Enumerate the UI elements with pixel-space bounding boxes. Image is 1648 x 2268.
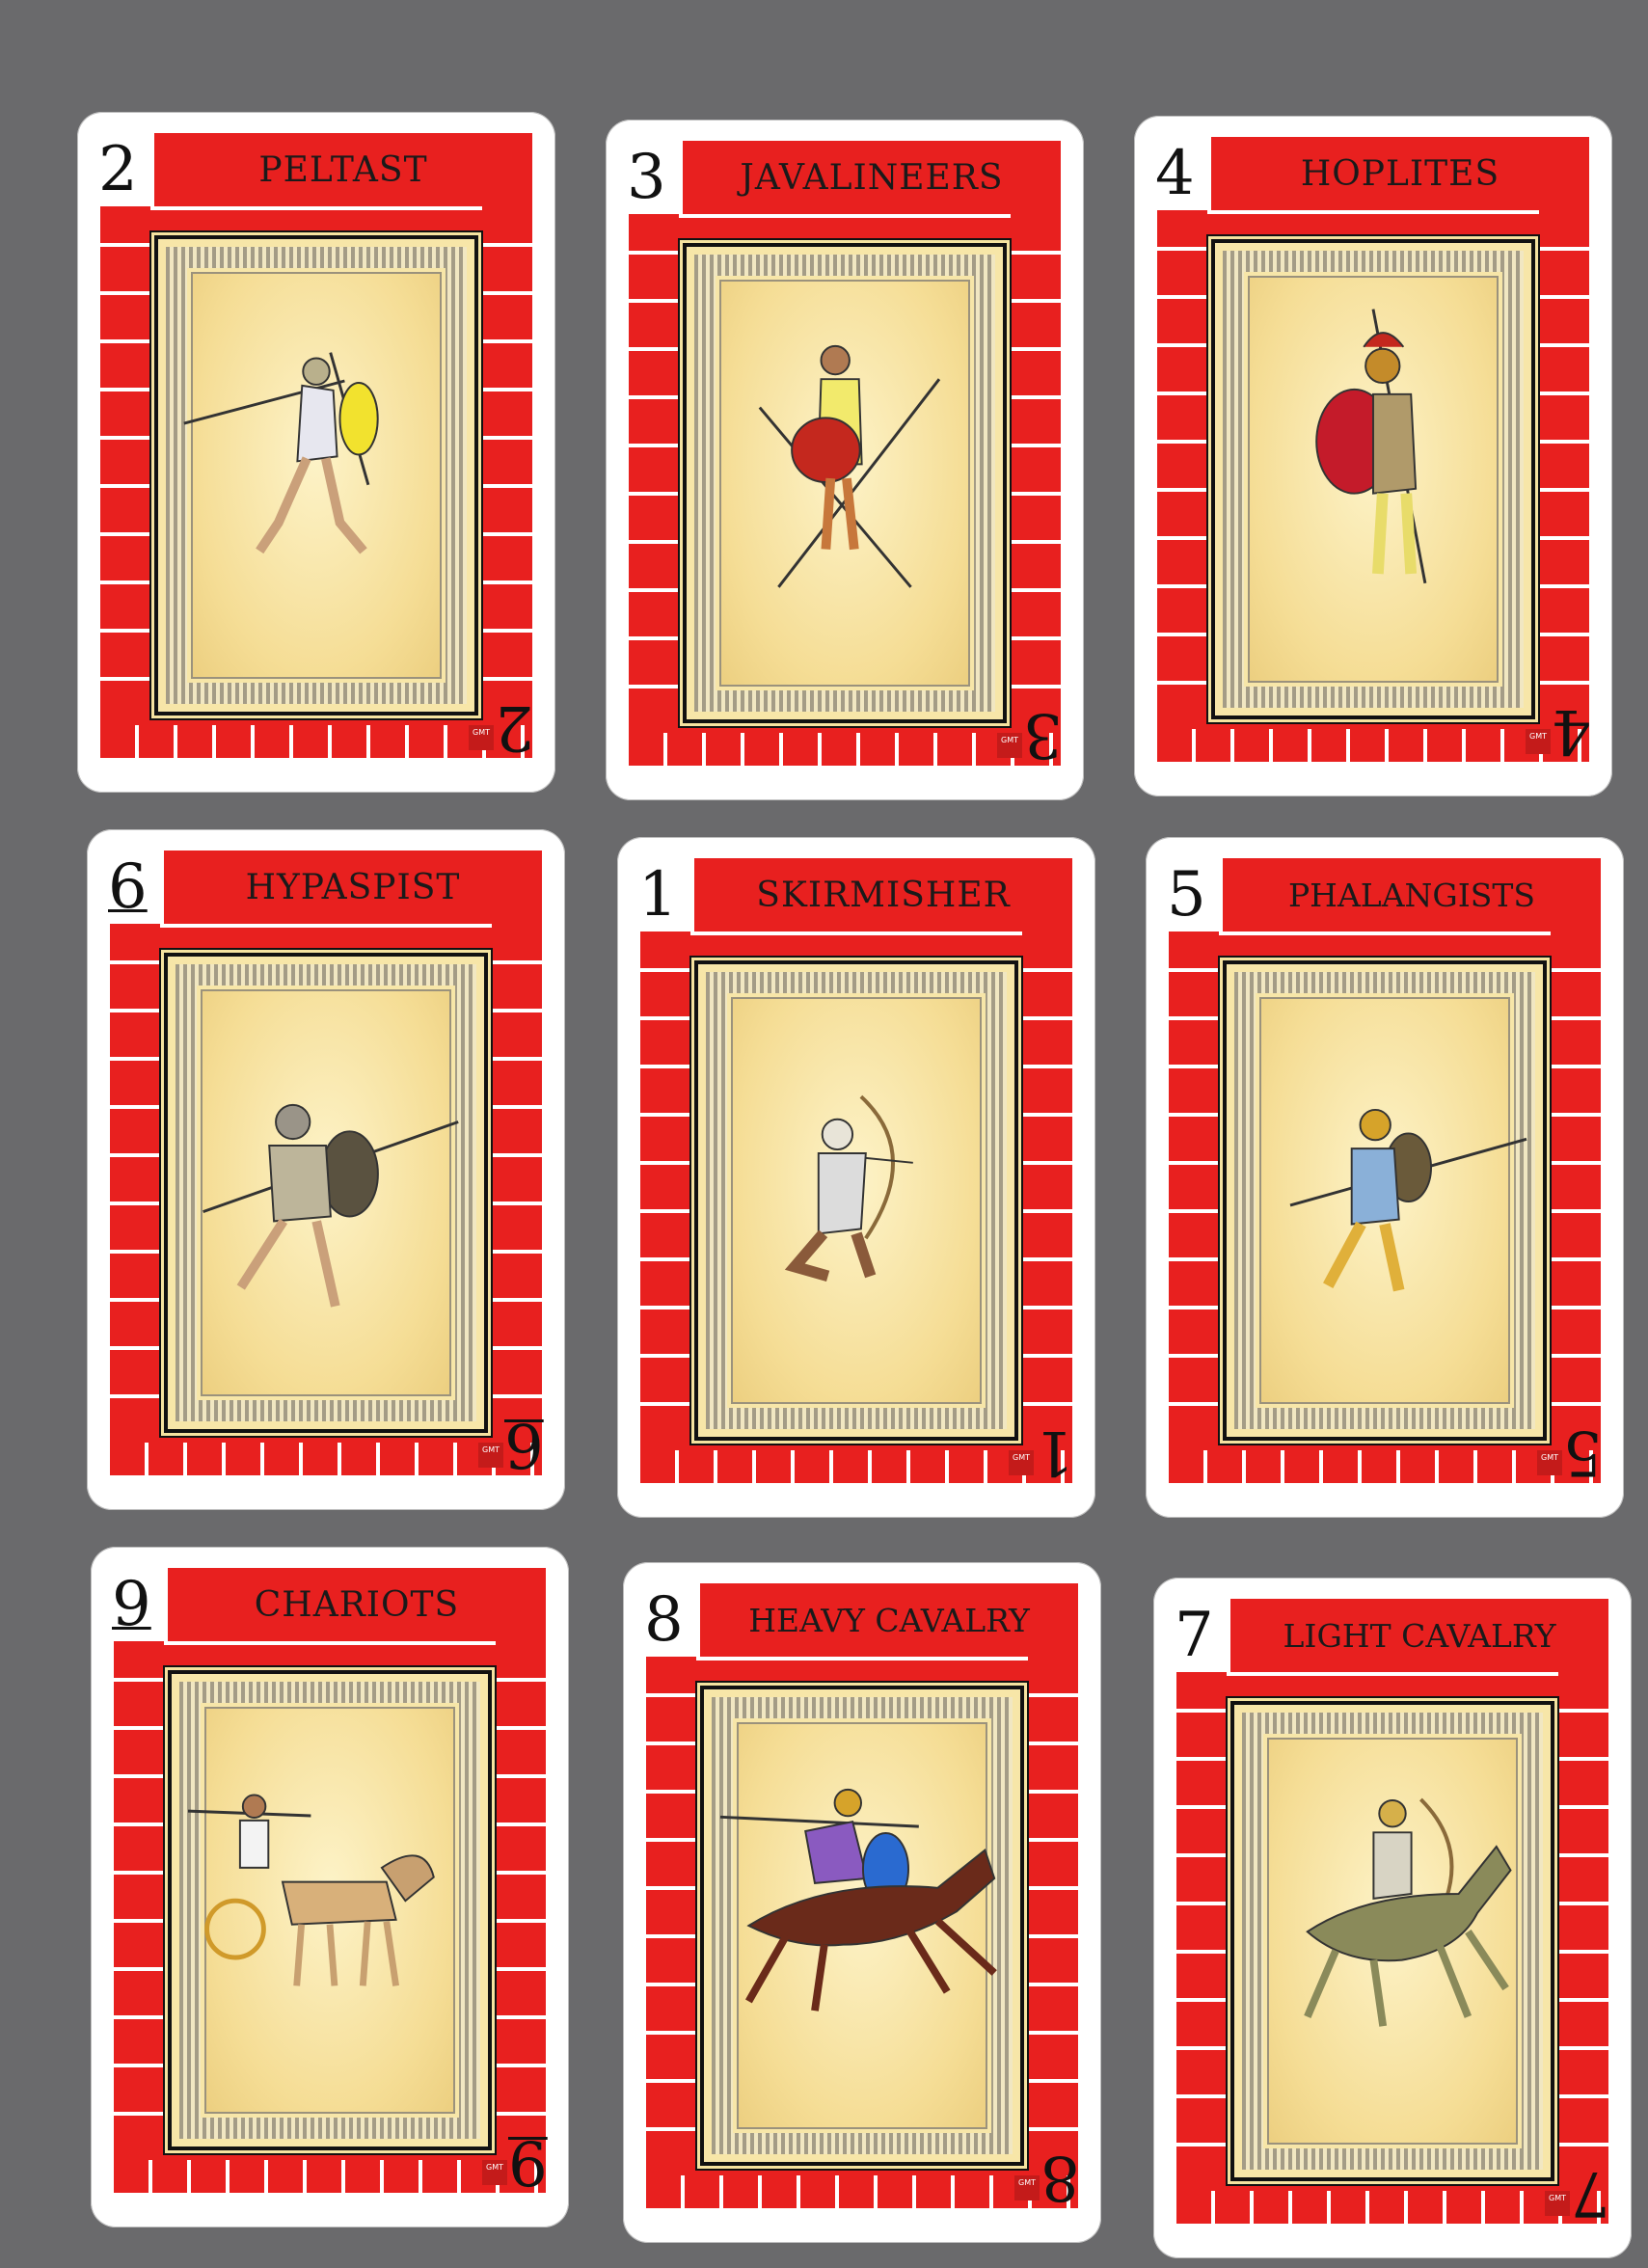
card-number-bottom: 7 [1571,2157,1610,2228]
gmt-logo: GMT [1009,1450,1034,1475]
card-title: HYPASPIST [245,867,461,907]
heavy-cavalry-figure [700,1686,1024,2166]
card-title-bar: JAVALINEERS [683,141,1061,214]
gmt-logo: GMT [1537,1450,1562,1475]
card-title: HEAVY CAVALRY [748,1601,1030,1639]
gmt-logo: GMT [1014,2175,1040,2200]
gmt-logo: GMT [1526,729,1551,754]
card-number-bottom: 2 [495,691,534,763]
card-title: JAVALINEERS [740,157,1004,198]
card-hypaspist[interactable]: HYPASPIST 6 6 GMT [87,829,565,1510]
card-number-bottom: 8 [1040,2142,1080,2213]
peltast-figure [154,235,478,716]
card-number-top: 6 [108,851,148,923]
card-title: HOPLITES [1300,153,1500,194]
card-title-bar: LIGHT CAVALRY [1230,1599,1608,1672]
gmt-logo: GMT [482,2160,507,2185]
card-title-bar: HYPASPIST [164,850,542,924]
card-number-top: 8 [644,1584,684,1656]
card-number-bottom: 6 [504,1409,544,1480]
card-number-top: 5 [1167,859,1206,931]
gmt-logo: GMT [997,733,1022,758]
card-number-bottom: 5 [1563,1417,1603,1488]
card-peltast[interactable]: PELTAST 2 2 GMT [77,112,555,793]
card-number-top: 9 [112,1569,151,1640]
card-title-bar: HEAVY CAVALRY [700,1583,1078,1657]
card-title-bar: HOPLITES [1211,137,1589,210]
light-cavalry-figure [1230,1701,1554,2181]
card-title: LIGHT CAVALRY [1283,1616,1556,1655]
card-title: PHALANGISTS [1287,876,1536,914]
card-hoplites[interactable]: HOPLITES 4 4 GMT [1134,116,1612,796]
card-heavy-cavalry[interactable]: HEAVY CAVALRY 8 8 GMT [623,1562,1101,2243]
card-title-bar: SKIRMISHER [694,858,1072,932]
hypaspist-figure [164,953,488,1433]
card-number-top: 3 [627,142,666,213]
phalangist-figure [1223,960,1547,1441]
gmt-logo: GMT [478,1443,503,1468]
card-number-bottom: 9 [508,2126,548,2198]
card-number-top: 4 [1155,138,1195,209]
card-title-bar: CHARIOTS [168,1568,546,1641]
card-number-bottom: 3 [1023,699,1063,770]
card-number-top: 7 [1175,1600,1214,1671]
card-number-bottom: 1 [1035,1417,1074,1488]
card-title: CHARIOTS [254,1584,460,1625]
gmt-logo: GMT [469,725,494,750]
card-javalineers[interactable]: JAVALINEERS 3 3 GMT [606,120,1084,800]
card-title-bar: PELTAST [154,133,532,206]
card-title-bar: PHALANGISTS [1223,858,1601,932]
card-skirmisher[interactable]: SKIRMISHER 1 1 GMT [617,837,1095,1518]
card-title: PELTAST [258,149,428,190]
skirmisher-figure [694,960,1018,1441]
card-number-top: 2 [98,134,138,205]
card-light-cavalry[interactable]: LIGHT CAVALRY 7 7 GMT [1153,1578,1632,2258]
hoplite-figure [1211,239,1535,719]
chariot-figure [168,1670,492,2150]
card-phalangists[interactable]: PHALANGISTS 5 5 GMT [1146,837,1624,1518]
card-chariots[interactable]: CHARIOTS 9 9 GMT [91,1547,569,2228]
card-number-bottom: 4 [1552,695,1591,767]
javalineers-figure [683,243,1007,723]
gmt-logo: GMT [1545,2191,1570,2216]
card-title: SKIRMISHER [756,875,1011,915]
card-number-top: 1 [638,859,678,931]
